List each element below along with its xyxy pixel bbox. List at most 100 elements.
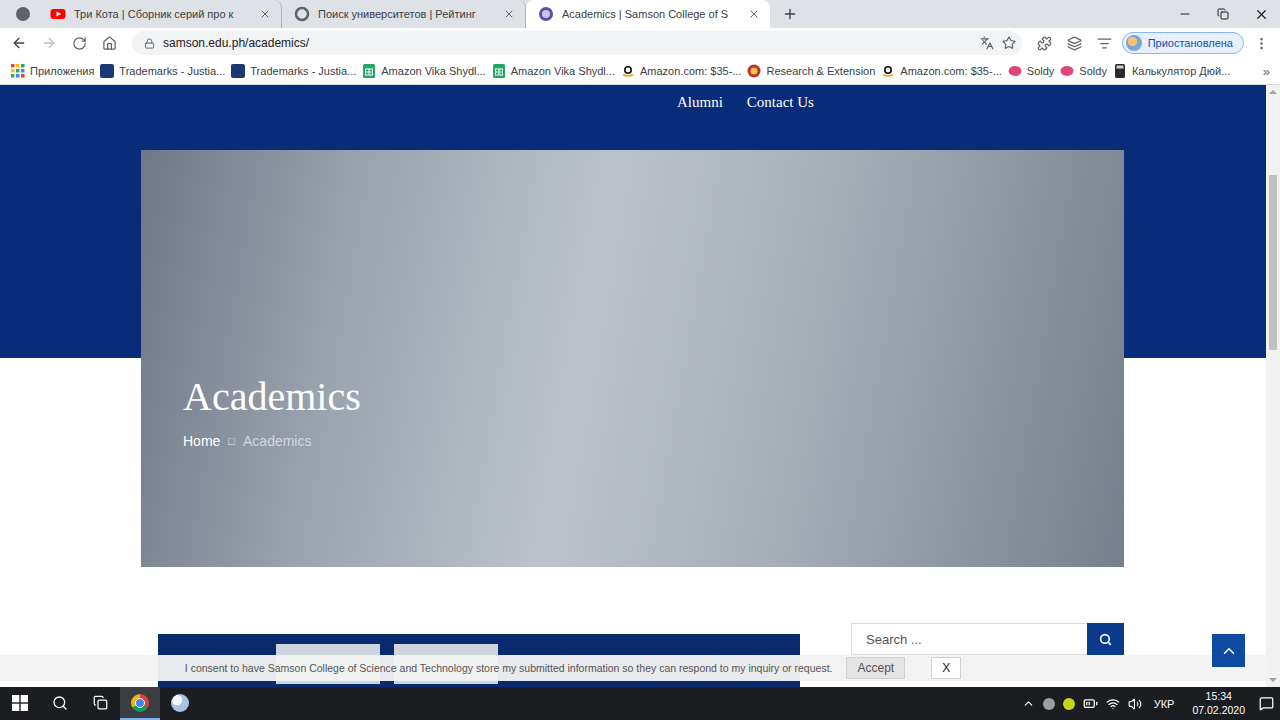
reload-button[interactable] <box>66 30 92 56</box>
page-viewport: AlumniContact UsAcademicsHome□AcademicsI… <box>0 85 1280 687</box>
scrollbar[interactable] <box>1266 85 1280 687</box>
taskbar: УКР 15:3407.02.2020 <box>0 687 1280 720</box>
bookmarks-bar: ПриложенияTrademarks - Justia...Trademar… <box>0 58 1280 85</box>
chevron-up-icon[interactable] <box>1022 697 1035 710</box>
restore-button[interactable] <box>1204 0 1242 28</box>
justia-icon <box>100 64 114 78</box>
nav-link[interactable]: Alumni <box>677 94 723 111</box>
profile-status: Приостановлена <box>1148 37 1233 49</box>
battery-icon[interactable] <box>1083 696 1098 711</box>
close-icon <box>748 8 760 20</box>
forward-button[interactable] <box>36 30 62 56</box>
bookmark-label: Soldy <box>1027 65 1055 77</box>
tab-title: Academics | Samson College of S <box>562 8 738 20</box>
breadcrumb-item: Academics <box>243 433 311 449</box>
puzzle-icon <box>1037 36 1052 51</box>
tray-app-icon[interactable] <box>1043 698 1055 710</box>
language-indicator[interactable]: УКР <box>1150 698 1179 710</box>
tab-close-button[interactable] <box>501 6 517 22</box>
taskbar-app[interactable] <box>160 687 200 720</box>
profile-button[interactable]: Приостановлена <box>1122 32 1244 54</box>
nav-link[interactable]: Contact Us <box>747 94 814 111</box>
bookmark[interactable]: Калькулятор Дюй... <box>1110 64 1233 78</box>
extension-button[interactable] <box>1062 30 1088 56</box>
scroll-down-arrow[interactable] <box>1266 673 1280 687</box>
home-button[interactable] <box>96 30 122 56</box>
scroll-up-arrow[interactable] <box>1266 85 1280 99</box>
clock[interactable]: 15:3407.02.2020 <box>1186 690 1251 716</box>
bookmark-label: Amazon Vika Shydl... <box>381 65 485 77</box>
pinned-tab[interactable] <box>8 0 38 28</box>
search-button[interactable] <box>1087 623 1124 655</box>
tray-app-icon[interactable] <box>1063 698 1075 710</box>
volume-icon[interactable] <box>1128 697 1142 711</box>
reading-list-button[interactable] <box>1092 30 1118 56</box>
task-view-button[interactable] <box>80 687 120 720</box>
menu-button[interactable] <box>1248 30 1274 56</box>
bookmark-label: Soldy <box>1079 65 1107 77</box>
accept-button[interactable]: Accept <box>846 657 905 679</box>
bookmark[interactable]: Soldy <box>1057 64 1110 78</box>
minimize-icon <box>1178 7 1192 21</box>
bookmark[interactable]: Amazon Vika Shydl... <box>489 64 618 78</box>
sheets-icon <box>362 64 376 78</box>
research-emblem-icon <box>747 64 761 78</box>
bookmark-label: Amazon Vika Shydl... <box>511 65 615 77</box>
bookmark-label: Trademarks - Justia... <box>250 65 356 77</box>
home-icon <box>102 36 117 51</box>
translate-icon[interactable] <box>980 36 994 50</box>
layers-icon <box>1067 36 1082 51</box>
bookmark[interactable]: Trademarks - Justia... <box>97 64 228 78</box>
web-page: Alumni Contact Us Academics Home □ Academics <box>0 85 1266 687</box>
bookmark[interactable]: Research & Extension <box>744 64 878 78</box>
arrow-left-icon <box>11 35 27 51</box>
browser-toolbar: samson.edu.ph/academics/Приостановлена <box>0 28 1280 58</box>
bookmark-label: Research & Extension <box>766 65 875 77</box>
bookmark[interactable]: Amazon Vika Shydl... <box>359 64 488 78</box>
new-tab-button[interactable] <box>776 0 804 28</box>
breadcrumb-separator: □ <box>228 435 235 447</box>
browser-tab[interactable]: Три Кота | Сборник серий про к <box>38 0 282 28</box>
globe-icon <box>294 6 310 22</box>
scroll-to-top-button[interactable] <box>1212 634 1245 667</box>
tab-close-button[interactable] <box>257 6 273 22</box>
site-nav: Alumni Contact Us <box>0 85 1266 150</box>
search-input[interactable] <box>851 623 1087 655</box>
network-icon[interactable] <box>1106 697 1120 711</box>
bookmark[interactable]: Amazon.com: $35-... <box>618 64 745 78</box>
youtube-icon <box>50 6 66 22</box>
close-icon <box>503 8 515 20</box>
minimize-button[interactable] <box>1166 0 1204 28</box>
avatar-icon <box>1126 35 1142 51</box>
close-icon <box>1254 7 1269 22</box>
soldy-icon <box>1008 64 1022 78</box>
bookmark[interactable]: Amazon.com: $35-... <box>878 64 1005 78</box>
star-icon[interactable] <box>1002 36 1016 50</box>
notification-icon[interactable] <box>1259 696 1274 711</box>
close-window-button[interactable] <box>1242 0 1280 28</box>
address-bar[interactable]: samson.edu.ph/academics/ <box>132 31 1022 55</box>
window-controls <box>1166 0 1280 28</box>
extension-button[interactable] <box>1032 30 1058 56</box>
bookmark[interactable]: Soldy <box>1005 64 1058 78</box>
tab-close-button[interactable] <box>746 6 762 22</box>
more-bookmarks-button[interactable]: » <box>1257 64 1276 79</box>
browser-tab[interactable]: Academics | Samson College of S <box>526 0 770 28</box>
page-title: Academics <box>183 375 1124 419</box>
close-consent-button[interactable]: X <box>931 657 961 679</box>
bookmark[interactable]: Trademarks - Justia... <box>228 64 359 78</box>
bookmark-label: Amazon.com: $35-... <box>900 65 1002 77</box>
taskbar-app[interactable] <box>120 687 160 720</box>
close-icon <box>259 8 271 20</box>
clock-time: 15:34 <box>1206 690 1232 703</box>
bookmark[interactable]: Приложения <box>8 64 97 78</box>
back-button[interactable] <box>6 30 32 56</box>
list-icon <box>1097 36 1112 51</box>
bookmark-list: ПриложенияTrademarks - Justia...Trademar… <box>8 64 1233 78</box>
breadcrumb-item[interactable]: Home <box>183 433 220 449</box>
search-button[interactable] <box>40 687 80 720</box>
start-button[interactable] <box>0 687 40 720</box>
scroll-thumb[interactable] <box>1269 175 1277 350</box>
hero-banner: Academics Home □ Academics <box>141 150 1124 567</box>
browser-tab[interactable]: Поиск университетов | Рейтинг <box>282 0 526 28</box>
